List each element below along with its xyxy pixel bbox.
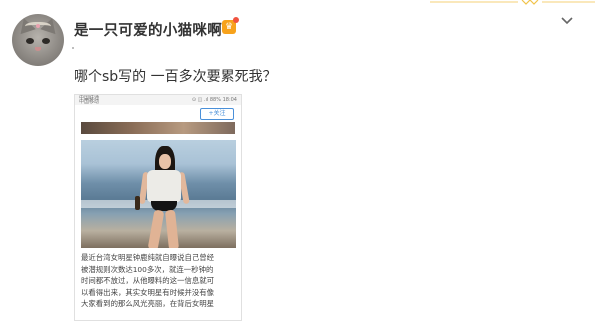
figure-leg-right [164,209,180,248]
cat-eye-left [26,38,34,44]
article-line: 时间都不放过，从他曝料的这一信息就可 [81,276,215,286]
avatar-crown-gem [36,24,40,28]
article-text: 最近台湾女明星钟鹿纯就自曝说自己曾经 被潜规则次数达100多次，就连一秒钟的 时… [81,252,236,310]
decorative-border [430,0,595,5]
figure-face [159,154,171,169]
username[interactable]: 是一只可爱的小猫咪啊 [74,19,222,40]
vip-crown-icon[interactable]: ♛ [222,17,239,34]
previous-image-strip [81,122,235,134]
article-line: 大家看到的那么风光亮丽，在背后女明星 [81,299,215,309]
separator-dot [72,47,74,49]
bottle [135,196,140,210]
user-avatar[interactable] [12,14,64,66]
post-text: 哪个sb写的 一百多次要累死我？ [74,69,277,85]
article-photo[interactable] [81,140,236,248]
article-line: 以看得出来，其实女明星有时候并没有像 [81,287,215,297]
figure-leg-left [147,209,165,248]
cat-nose [35,47,41,51]
figure-top [147,170,181,202]
cat-eye-right [42,38,50,44]
article-line: 被潜规则次数达100多次，就连一秒钟的 [81,264,214,274]
status-indicators: ⊙ ◫ .ıl 88% 18:04 [191,97,237,103]
follow-button[interactable]: +关注 [200,108,234,120]
chevron-down-icon[interactable] [559,14,575,28]
attached-screenshot[interactable]: 中国联通 中国移动 ⊙ ◫ .ıl 88% 18:04 +关注 最近台湾女明星钟… [74,94,242,321]
article-line: 最近台湾女明星钟鹿纯就自曝说自己曾经 [81,253,215,262]
phone-status-bar: 中国联通 中国移动 ⊙ ◫ .ıl 88% 18:04 [75,95,241,105]
carrier-label: 中国联通 中国移动 [79,95,100,105]
